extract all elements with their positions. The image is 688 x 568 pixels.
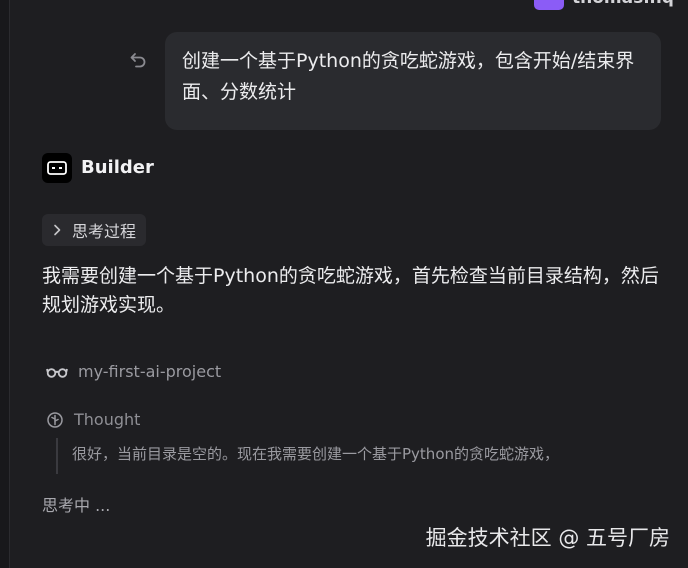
- user-avatar: [534, 0, 564, 10]
- thought-label: Thought: [74, 410, 141, 429]
- thought-icon: [46, 411, 64, 429]
- user-name: thomas.hq: [572, 0, 674, 8]
- user-message-bubble: 创建一个基于Python的贪吃蛇游戏，包含开始/结束界面、分数统计: [165, 32, 661, 130]
- left-sidebar-edge: [0, 0, 10, 568]
- project-reference[interactable]: my-first-ai-project: [46, 362, 221, 381]
- assistant-name: Builder: [81, 157, 154, 178]
- watermark: 掘金技术社区 @ 五号厂房: [425, 526, 670, 550]
- assistant-reply: 我需要创建一个基于Python的贪吃蛇游戏，首先检查当前目录结构，然后规划游戏实…: [42, 265, 659, 316]
- user-message-text: 创建一个基于Python的贪吃蛇游戏，包含开始/结束界面、分数统计: [182, 50, 635, 103]
- thinking-process-toggle[interactable]: 思考过程: [42, 214, 147, 246]
- undo-icon[interactable]: [126, 48, 150, 72]
- project-name: my-first-ai-project: [78, 362, 222, 381]
- thought-content: 很好，当前目录是空的。现在我需要创建一个基于Python的贪吃蛇游戏，: [56, 438, 559, 474]
- thought-header[interactable]: Thought: [46, 410, 140, 429]
- chat-page: thomas.hq 创建一个基于Python的贪吃蛇游戏，包含开始/结束界面、分…: [0, 0, 688, 568]
- thinking-toggle-label: 思考过程: [72, 222, 137, 241]
- chevron-right-icon: [50, 223, 64, 237]
- glasses-icon: [46, 365, 68, 379]
- builder-logo-icon: [42, 153, 72, 183]
- thinking-status: 思考中 ...: [42, 496, 111, 515]
